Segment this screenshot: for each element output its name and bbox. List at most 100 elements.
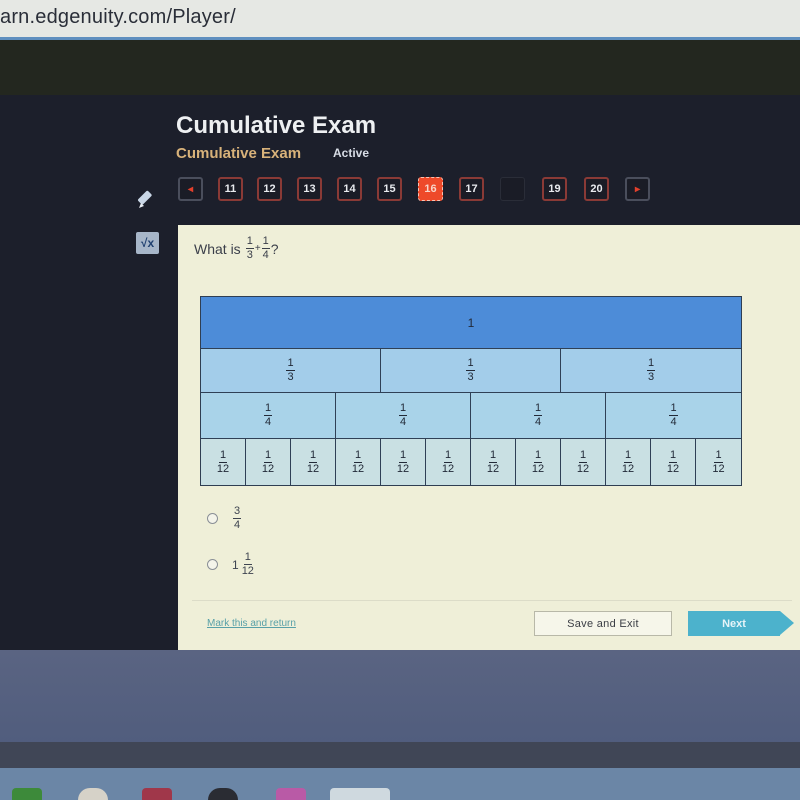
browser-chrome-band — [0, 40, 800, 95]
taskbar-app-icon[interactable] — [208, 788, 238, 800]
question-button-16-current[interactable]: 16 — [418, 177, 443, 201]
tile-fraction: 1 12 — [577, 448, 589, 475]
denominator: 3 — [647, 371, 655, 383]
denominator: 12 — [666, 462, 680, 475]
numerator: 3 — [233, 505, 242, 519]
numerator: 1 — [245, 235, 254, 249]
denominator: 3 — [467, 371, 474, 383]
question-button-15[interactable]: 15 — [377, 177, 402, 201]
denominator: 12 — [261, 462, 275, 475]
choice-fraction: 1 12 — [242, 552, 254, 577]
pencil-icon[interactable] — [136, 186, 160, 210]
tile-fraction: 14 — [263, 403, 273, 428]
question-suffix: ? — [270, 240, 279, 257]
question-button-17[interactable]: 17 — [459, 177, 484, 201]
denominator: 4 — [264, 416, 272, 428]
one-fourth-tile: 14 — [201, 393, 336, 439]
denominator: 3 — [246, 249, 253, 261]
tile-fraction: 14 — [533, 402, 543, 428]
numerator: 1 — [533, 402, 543, 416]
one-twelfth-tile: 1 12 — [561, 439, 606, 485]
one-twelfth-tile: 1 12 — [246, 439, 291, 485]
numerator: 1 — [646, 357, 656, 371]
one-twelfth-tile: 1 12 — [516, 439, 561, 485]
taskbar-app-icon[interactable] — [330, 788, 390, 800]
question-button-11[interactable]: 11 — [218, 177, 243, 201]
numerator: 1 — [623, 448, 633, 463]
tile-fraction: 1 12 — [712, 449, 725, 475]
tile-fraction: 1 12 — [622, 448, 634, 475]
fraction-tile-model: 1 131313 14141414 1 12 1 12 1 12 1 12 1 12 1 12 1 12 1… — [200, 296, 742, 486]
tile-fraction: 13 — [286, 358, 295, 383]
radio-button[interactable] — [207, 513, 218, 524]
question-button-19[interactable]: 19 — [542, 177, 567, 201]
operator: + — [254, 243, 261, 254]
one-twelfth-tile: 1 12 — [696, 439, 741, 485]
one-twelfth-tile: 1 12 — [381, 439, 426, 485]
one-twelfth-tile: 1 12 — [651, 439, 696, 485]
previous-question-button[interactable]: ◂ — [178, 177, 203, 201]
one-twelfth-tile: 1 12 — [291, 439, 336, 485]
question-button-12[interactable]: 12 — [257, 177, 282, 201]
answer-choice-1[interactable]: 3 4 — [207, 506, 242, 531]
numerator: 1 — [533, 448, 543, 463]
denominator: 12 — [351, 462, 365, 475]
footer-divider — [192, 600, 792, 601]
numerator: 1 — [263, 448, 273, 463]
taskbar-app-icon[interactable] — [276, 788, 306, 800]
tile-fraction: 1 12 — [351, 448, 365, 475]
choice-whole: 1 — [232, 557, 239, 572]
taskbar-app-icon[interactable] — [78, 788, 108, 800]
fraction-one-fourth: 1 4 — [261, 236, 270, 261]
numerator: 1 — [578, 448, 588, 463]
numerator: 1 — [243, 551, 252, 565]
tile-fraction: 14 — [398, 402, 408, 428]
whole-row: 1 — [201, 297, 741, 349]
twelfths-row: 1 12 1 12 1 12 1 12 1 12 1 12 1 12 1 12 1 12 1 12 1 12 1 12 — [201, 439, 741, 485]
url-text[interactable]: arn.edgenuity.com/Player/ — [0, 6, 236, 29]
denominator: 12 — [712, 462, 725, 475]
question-prompt: What is 1 3 + 1 4 ? — [194, 236, 279, 261]
tile-fraction: 1 12 — [531, 448, 545, 475]
answer-choice-2[interactable]: 1 1 12 — [207, 552, 255, 577]
one-twelfth-tile: 1 12 — [606, 439, 651, 485]
tile-fraction: 1 12 — [217, 449, 229, 475]
taskbar-app-icon[interactable] — [12, 788, 42, 800]
question-button-13[interactable]: 13 — [297, 177, 322, 201]
numerator: 1 — [308, 448, 318, 463]
radio-button[interactable] — [207, 559, 218, 570]
question-button-18[interactable] — [500, 177, 525, 201]
denominator: 4 — [262, 249, 269, 261]
numerator: 1 — [398, 402, 408, 416]
tile-fraction: 13 — [646, 357, 656, 383]
fraction-one-third: 1 3 — [245, 235, 254, 261]
chevron-right-icon: ▸ — [634, 183, 641, 195]
question-prefix: What is — [194, 240, 241, 257]
next-button[interactable]: Next — [688, 611, 780, 636]
denominator: 12 — [531, 462, 545, 475]
browser-address-bar[interactable]: arn.edgenuity.com/Player/ — [0, 0, 800, 40]
question-button-14[interactable]: 14 — [337, 177, 362, 201]
mark-and-return-link[interactable]: Mark this and return — [207, 618, 296, 629]
one-twelfth-tile: 1 12 — [201, 439, 246, 485]
math-tool-button[interactable]: √x — [136, 232, 159, 254]
denominator: 12 — [441, 462, 455, 475]
question-button-20[interactable]: 20 — [584, 177, 609, 201]
next-button-arrow[interactable] — [780, 611, 794, 635]
exam-subtitle: Cumulative Exam — [176, 145, 302, 162]
taskbar — [0, 768, 800, 800]
denominator: 12 — [241, 565, 254, 577]
one-fourth-tile: 14 — [606, 393, 741, 439]
thirds-row: 131313 — [201, 349, 741, 393]
save-and-exit-button[interactable]: Save and Exit — [534, 611, 672, 636]
monitor-bezel — [0, 742, 800, 768]
chevron-left-icon: ◂ — [187, 183, 194, 195]
tile-fraction: 1 12 — [261, 448, 275, 475]
one-twelfth-tile: 1 12 — [336, 439, 381, 485]
next-question-button[interactable]: ▸ — [625, 177, 650, 201]
taskbar-app-icon[interactable] — [142, 788, 172, 800]
numerator: 1 — [668, 448, 678, 463]
numerator: 1 — [353, 448, 363, 463]
one-twelfth-tile: 1 12 — [426, 439, 471, 485]
one-twelfth-tile: 1 12 — [471, 439, 516, 485]
